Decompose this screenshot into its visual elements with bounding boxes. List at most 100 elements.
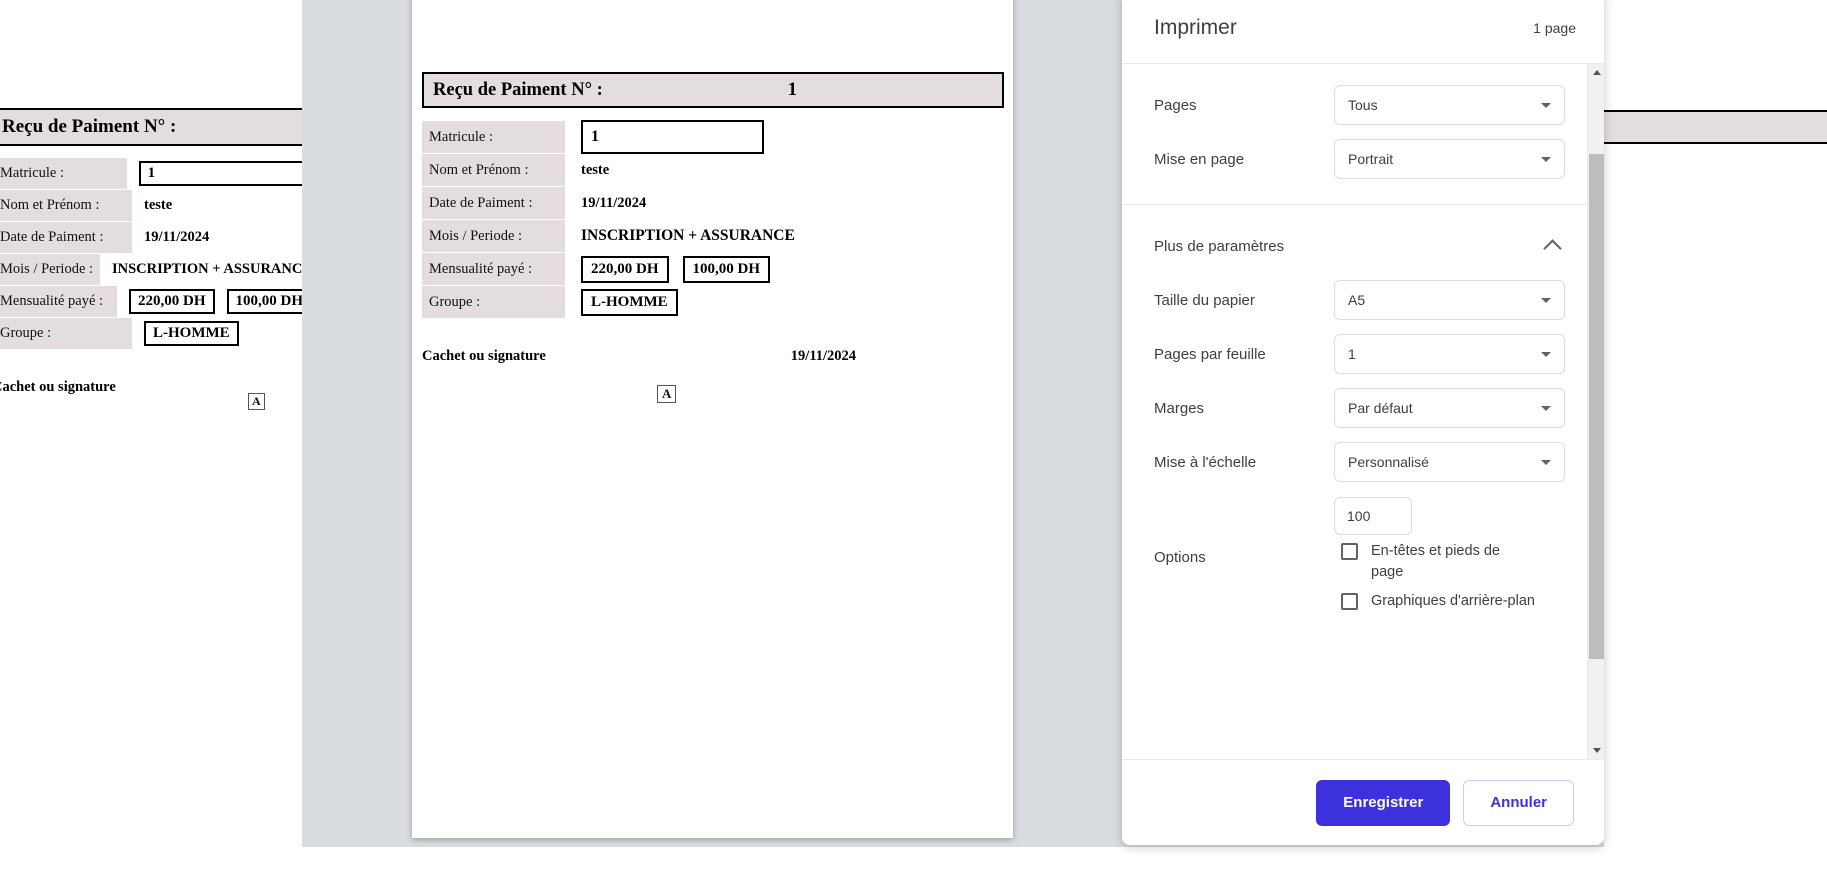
margins-select[interactable]: Par défaut	[1334, 388, 1565, 428]
row-label: Matricule :	[0, 158, 127, 189]
preview-groupe-value: L-HOMME	[581, 288, 678, 316]
amount-field-2[interactable]: 100,00 DH	[226, 289, 312, 314]
headers-footers-checkbox[interactable]	[1341, 543, 1358, 560]
preview-receipt-header: Reçu de Paiment N° : 1	[422, 72, 1004, 108]
preview-cachet-label: Cachet ou signature	[422, 348, 546, 364]
background-receipt-header-continuation	[1604, 110, 1827, 144]
letter-a-icon: A	[657, 385, 677, 403]
row-label: Groupe :	[0, 318, 132, 349]
settings-section-more: Plus de paramètres Taille du papier A5 P…	[1122, 204, 1587, 644]
chevron-up-icon	[1543, 239, 1562, 258]
chevron-down-icon	[1541, 352, 1551, 357]
preview-receipt: Reçu de Paiment N° : 1 Matricule : 1 Nom…	[422, 72, 1004, 403]
print-preview-page: Reçu de Paiment N° : 1 Matricule : 1 Nom…	[412, 0, 1013, 838]
table-row: Mois / Periode : INSCRIPTION + ASSURANCE	[422, 220, 1004, 252]
row-value: teste	[581, 161, 610, 178]
options-label: Options	[1154, 549, 1206, 566]
table-row: Mensualité payé : 220,00 DH 100,00 DH	[0, 286, 312, 317]
margins-label: Marges	[1154, 399, 1205, 417]
background-cachet-label: Cachet ou signature	[0, 379, 116, 395]
layout-label: Mise en page	[1154, 150, 1245, 168]
preview-receipt-title: Reçu de Paiment N° :	[433, 79, 603, 100]
settings-scrollbar[interactable]	[1587, 64, 1604, 759]
table-row: Nom et Prénom : teste	[0, 190, 312, 221]
print-dialog-footer: Enregistrer Annuler	[1122, 759, 1604, 845]
preview-cachet-date: 19/11/2024	[790, 348, 857, 364]
table-row: Date de Paiment : 19/11/2024	[0, 222, 312, 253]
row-label: Nom et Prénom :	[422, 154, 565, 186]
preview-matricule-value: 1	[581, 120, 764, 154]
margins-select-value: Par défaut	[1348, 400, 1413, 416]
more-settings-label: Plus de paramètres	[1154, 237, 1285, 255]
paper-size-select[interactable]: A5	[1334, 280, 1565, 320]
row-value: INSCRIPTION + ASSURANCE	[111, 261, 312, 277]
row-label: Date de Paiment :	[422, 187, 565, 219]
scrollbar-thumb[interactable]	[1589, 154, 1604, 659]
pages-per-sheet-select[interactable]: 1	[1334, 334, 1565, 374]
option-background-graphics[interactable]: Graphiques d'arrière-plan	[1334, 591, 1565, 612]
row-label: Mensualité payé :	[422, 253, 565, 285]
save-button[interactable]: Enregistrer	[1316, 779, 1451, 826]
row-value: INSCRIPTION + ASSURANCE	[581, 227, 795, 244]
row-label: Matricule :	[422, 121, 565, 153]
row-label: Groupe :	[422, 286, 565, 318]
background-graphics-checkbox[interactable]	[1341, 593, 1358, 611]
scale-custom-input[interactable]: 100	[1334, 497, 1412, 535]
table-row: Mensualité payé : 220,00 DH 100,00 DH	[422, 253, 1004, 285]
table-row: Groupe : L-HOMME	[0, 318, 312, 349]
row-value: teste	[144, 197, 173, 213]
more-settings-toggle[interactable]: Plus de paramètres	[1122, 219, 1587, 273]
option-headers-footers[interactable]: En-têtes et pieds de page	[1334, 541, 1565, 583]
page-title: Imprimer	[1154, 15, 1237, 39]
print-dialog-body: Pages Tous Mise en page Portrait Plus de…	[1122, 64, 1604, 759]
amount-field-1[interactable]: 220,00 DH	[129, 289, 215, 314]
chevron-down-icon	[1541, 103, 1551, 108]
scroll-down-arrow-icon[interactable]	[1588, 742, 1604, 759]
chevron-down-icon	[1541, 298, 1551, 303]
chevron-down-icon	[1541, 406, 1551, 411]
chevron-down-icon	[1541, 460, 1551, 465]
scale-label: Mise à l'échelle	[1154, 453, 1257, 471]
row-value: 19/11/2024	[581, 194, 647, 211]
setting-row-paper-size: Taille du papier A5	[1122, 273, 1587, 327]
cancel-button[interactable]: Annuler	[1463, 779, 1574, 826]
pages-per-sheet-select-value: 1	[1348, 346, 1356, 362]
scroll-up-arrow-icon[interactable]	[1588, 64, 1604, 81]
paper-size-label: Taille du papier	[1154, 291, 1255, 309]
row-label: Mois / Periode :	[422, 220, 565, 252]
row-label: Mensualité payé :	[0, 286, 117, 317]
pages-per-sheet-label: Pages par feuille	[1154, 345, 1266, 363]
setting-row-options: Options En-têtes et pieds de page Graphi…	[1122, 535, 1587, 626]
layout-select[interactable]: Portrait	[1334, 139, 1565, 179]
groupe-field[interactable]: L-HOMME	[144, 321, 239, 346]
setting-row-margins: Marges Par défaut	[1122, 381, 1587, 435]
print-dialog: Imprimer 1 page Pages Tous Mise en page	[1122, 0, 1604, 845]
setting-row-scale: Mise à l'échelle Personnalisé	[1122, 435, 1587, 489]
preview-amount-1: 220,00 DH	[581, 255, 669, 283]
chevron-down-icon	[1541, 157, 1551, 162]
table-row: Date de Paiment : 19/11/2024	[422, 187, 1004, 219]
matricule-field[interactable]: 1	[138, 161, 312, 186]
headers-footers-label: En-têtes et pieds de page	[1371, 543, 1500, 581]
row-label: Mois / Periode :	[0, 254, 100, 285]
settings-scroll-area: Pages Tous Mise en page Portrait Plus de…	[1122, 64, 1587, 759]
background-receipt-header: Reçu de Paiment N° : 1	[0, 108, 376, 146]
scale-select-value: Personnalisé	[1348, 454, 1429, 470]
row-value: 19/11/2024	[144, 229, 210, 245]
background-receipt-rows: Matricule : 1 Nom et Prénom : teste Date…	[0, 158, 312, 349]
pages-select[interactable]: Tous	[1334, 85, 1565, 125]
pages-label: Pages	[1154, 96, 1197, 114]
print-dialog-header: Imprimer 1 page	[1122, 0, 1604, 64]
scale-select[interactable]: Personnalisé	[1334, 442, 1565, 482]
row-label: Nom et Prénom :	[0, 190, 132, 221]
background-receipt-title: Reçu de Paiment N° :	[2, 116, 177, 137]
preview-footer: Cachet ou signature 19/11/2024	[422, 348, 1004, 365]
pages-select-value: Tous	[1348, 97, 1378, 113]
background-graphics-label: Graphiques d'arrière-plan	[1371, 593, 1535, 610]
background-receipt: Reçu de Paiment N° : 1 Matricule : 1 Nom…	[0, 108, 376, 410]
preview-amount-2: 100,00 DH	[682, 255, 770, 283]
row-label: Date de Paiment :	[0, 222, 132, 253]
screen-root: Reçu de Paiment N° : 1 Matricule : 1 Nom…	[0, 0, 1827, 887]
options-list: En-têtes et pieds de page Graphiques d'a…	[1334, 541, 1565, 620]
preview-receipt-rows: Matricule : 1 Nom et Prénom : teste Date…	[422, 120, 1004, 318]
